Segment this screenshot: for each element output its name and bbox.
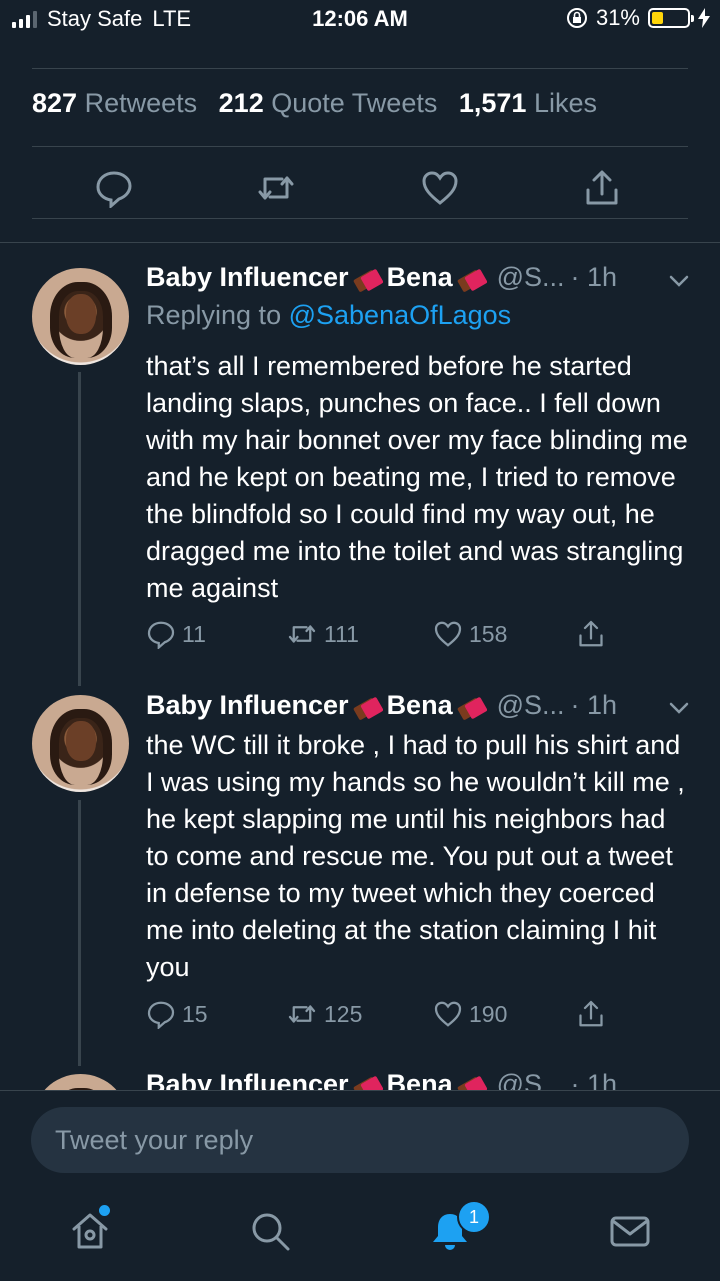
quote-tweets-count[interactable]: 212 [219, 88, 264, 118]
share-icon[interactable] [576, 619, 606, 649]
tweet-text: the WC till it broke , I had to pull his… [146, 730, 685, 982]
bottom-tab-bar: 1 [0, 1200, 720, 1271]
reply-placeholder[interactable]: Tweet your reply [55, 1125, 253, 1156]
section-divider [0, 242, 720, 243]
divider [32, 218, 688, 219]
user-handle[interactable]: @S... [497, 690, 565, 721]
like-action[interactable]: 158 [433, 619, 507, 649]
like-icon[interactable] [420, 168, 460, 208]
display-name-suffix[interactable]: Bena [387, 262, 453, 293]
reply-action[interactable]: 11 [146, 619, 206, 649]
likes-label[interactable]: Likes [534, 88, 597, 118]
reply-action[interactable]: 15 [146, 999, 208, 1029]
reply-input[interactable]: Tweet your reply [31, 1107, 689, 1173]
reply-count: 11 [182, 620, 206, 647]
tweet-text: that’s all I remembered before he starte… [146, 351, 688, 603]
share-action[interactable] [576, 999, 606, 1029]
retweet-action[interactable]: 111 [286, 619, 359, 649]
tweet-actions: 15 125 190 [146, 999, 666, 1033]
retweet-count: 111 [324, 620, 359, 647]
like-count: 158 [469, 620, 508, 647]
avatar[interactable] [32, 268, 129, 365]
retweet-icon[interactable] [286, 999, 318, 1029]
tweet-header: Baby Influencer Bena @S... · 1h [146, 690, 617, 721]
messages-mail-icon[interactable] [608, 1209, 652, 1253]
main-tweet-actions [32, 160, 688, 216]
tweet-actions: 11 111 158 [146, 619, 666, 653]
share-action[interactable] [576, 619, 606, 649]
like-icon[interactable] [433, 999, 463, 1029]
user-handle[interactable]: @S... [497, 262, 565, 293]
retweet-count: 125 [324, 1000, 363, 1027]
display-name[interactable]: Baby Influencer [146, 690, 349, 721]
status-bar: Stay Safe LTE 12:06 AM 31% [0, 0, 720, 40]
engagement-stats: 827 Retweets 212 Quote Tweets 1,571 Like… [32, 88, 597, 119]
replying-to: Replying to @SabenaOfLagos [146, 300, 511, 331]
tweet-time: · 1h [570, 690, 618, 720]
mention-link[interactable]: @SabenaOfLagos [289, 300, 512, 330]
avatar[interactable] [32, 695, 129, 792]
rotation-lock-icon [566, 8, 587, 28]
display-name[interactable]: Baby Influencer [146, 262, 349, 293]
retweet-icon[interactable] [256, 168, 296, 208]
chocolate-bar-icon [457, 268, 487, 292]
retweets-label[interactable]: Retweets [85, 88, 198, 118]
reply-count: 15 [182, 1000, 208, 1027]
reply-icon[interactable] [94, 168, 134, 208]
reply-icon[interactable] [146, 999, 176, 1029]
retweets-count[interactable]: 827 [32, 88, 77, 118]
chocolate-bar-icon [353, 268, 383, 292]
replying-to-label: Replying to [146, 300, 282, 330]
retweet-icon[interactable] [286, 619, 318, 649]
battery-icon [648, 8, 694, 28]
status-right: 31% [566, 5, 710, 31]
notification-badge: 1 [457, 1200, 491, 1234]
share-icon[interactable] [576, 999, 606, 1029]
tweet-header: Baby Influencer Bena @S... · 1h [146, 262, 617, 293]
tweet-time: · 1h [570, 262, 618, 292]
chevron-down-icon[interactable] [668, 697, 690, 719]
divider [32, 146, 688, 147]
chocolate-bar-icon [353, 696, 383, 720]
like-count: 190 [469, 1000, 508, 1027]
battery-level [652, 12, 663, 24]
display-name-suffix[interactable]: Bena [387, 690, 453, 721]
new-content-dot [99, 1205, 110, 1216]
retweet-action[interactable]: 125 [286, 999, 362, 1029]
thread-line [78, 800, 81, 1066]
thread-line [78, 372, 81, 686]
reply-composer-bar: Tweet your reply 1 [0, 1090, 720, 1281]
reply-icon[interactable] [146, 619, 176, 649]
like-action[interactable]: 190 [433, 999, 507, 1029]
share-icon[interactable] [582, 168, 622, 208]
likes-count[interactable]: 1,571 [459, 88, 527, 118]
chocolate-bar-icon [457, 696, 487, 720]
quote-tweets-label[interactable]: Quote Tweets [271, 88, 437, 118]
charging-bolt-icon [698, 8, 710, 28]
battery-percent: 31% [595, 5, 640, 30]
search-icon[interactable] [248, 1209, 292, 1253]
chevron-down-icon[interactable] [668, 270, 690, 292]
like-icon[interactable] [433, 619, 463, 649]
